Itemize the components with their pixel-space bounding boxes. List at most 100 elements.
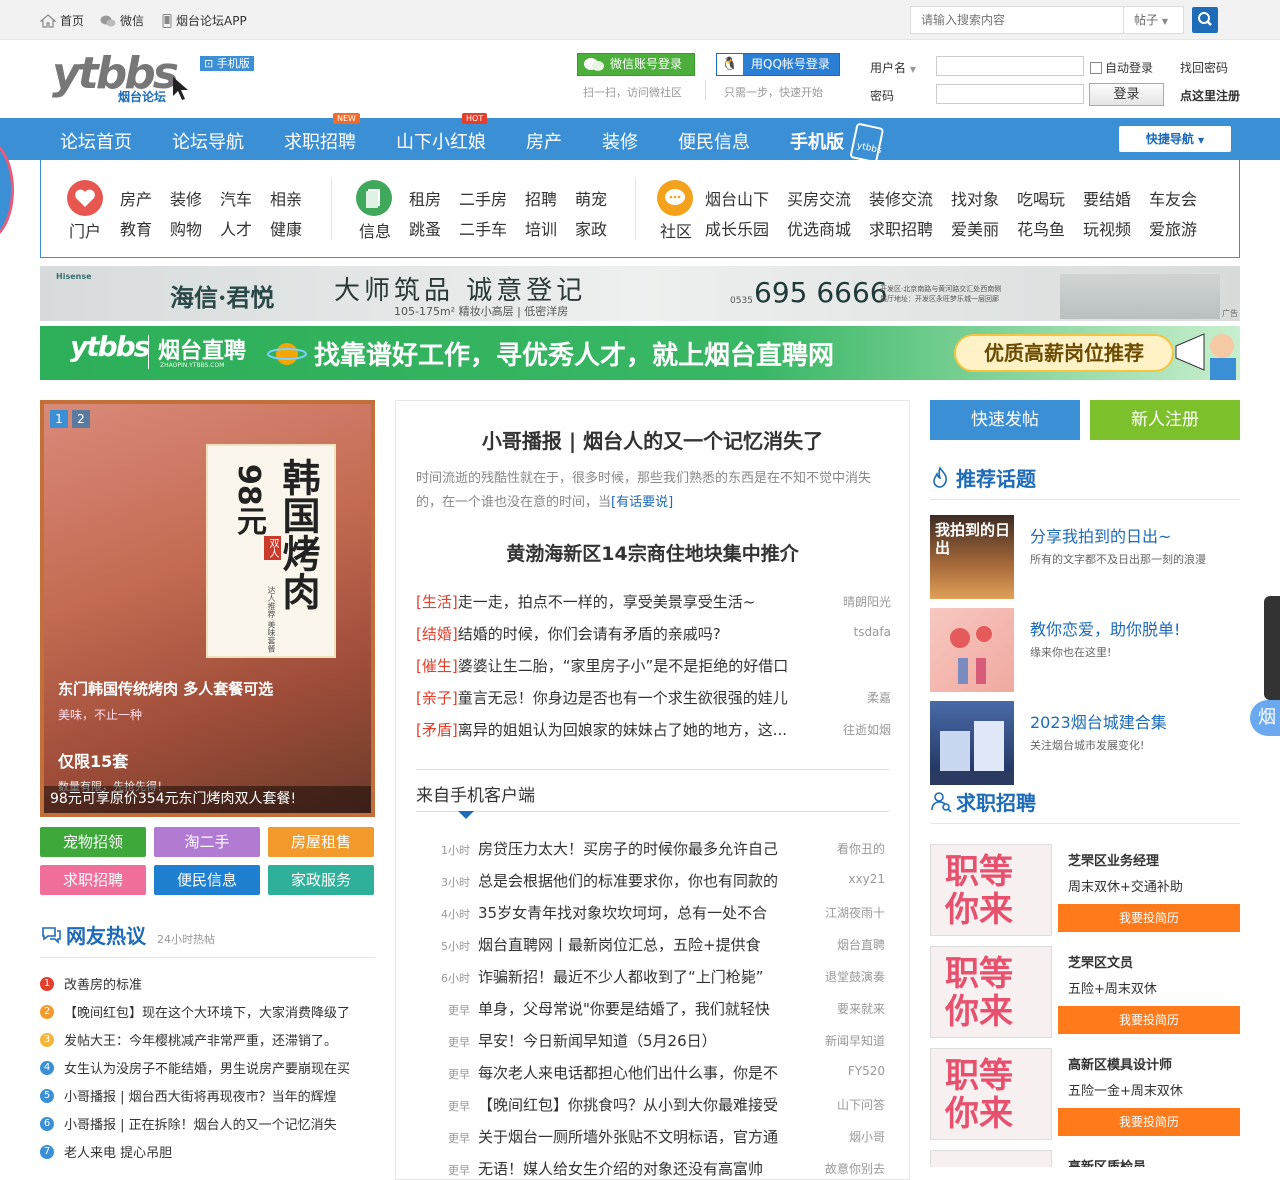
nav-item-guide[interactable]: 论坛导航: [172, 128, 244, 154]
news-author[interactable]: tsdafa: [853, 625, 891, 639]
nav-item-service[interactable]: 便民信息: [678, 128, 750, 154]
cat-link[interactable]: 爱旅游: [1149, 216, 1197, 240]
register-button[interactable]: 新人注册: [1090, 400, 1240, 440]
news-item[interactable]: [结婚]结婚的时候，你们会请有矛盾的亲戚吗? tsdafa: [416, 623, 891, 644]
search-type-select[interactable]: 帖子 ▼: [1123, 7, 1185, 33]
job-card[interactable]: 高新区质检员: [930, 1150, 1240, 1167]
housekeeping-button[interactable]: 家政服务: [268, 865, 374, 895]
cat-link[interactable]: 跳蚤: [409, 216, 441, 240]
cat-link[interactable]: 成长乐园: [705, 216, 769, 240]
mobile-post[interactable]: 更早 【晚间红包】你挑食吗？从小到大你最难接受 山下问答: [426, 1094, 891, 1115]
slider-dot[interactable]: 2: [72, 410, 90, 428]
pet-button[interactable]: 宠物招领: [40, 827, 146, 857]
second-hand-button[interactable]: 淘二手: [154, 827, 260, 857]
cat-link[interactable]: 装修: [170, 186, 202, 210]
home-link[interactable]: 首页: [40, 12, 84, 29]
mobile-tag[interactable]: ⊡ 手机版: [200, 56, 254, 71]
cat-link[interactable]: 健康: [270, 216, 302, 240]
job-title[interactable]: 高新区模具设计师: [1068, 1054, 1172, 1073]
job-card[interactable]: 职等你来 芝罘区业务经理 周末双休+交通补助 我要投简历: [930, 844, 1240, 936]
search-button[interactable]: [1192, 7, 1218, 33]
cat-link[interactable]: 要结婚: [1083, 186, 1131, 210]
cat-group-portal[interactable]: 门户: [69, 218, 101, 242]
cat-link[interactable]: 房产: [120, 186, 152, 210]
job-title[interactable]: 高新区质检员: [1068, 1156, 1146, 1167]
news-item[interactable]: [矛盾]离异的姐姐认为回娘家的妹妹占了她的地方，这... 往逝如烟: [416, 719, 891, 740]
cat-link[interactable]: 教育: [120, 216, 152, 240]
topic-title[interactable]: 分享我拍到的日出~: [1030, 523, 1171, 547]
floating-side-tab[interactable]: 烟: [1250, 700, 1280, 736]
topic-card[interactable]: 2023烟台城建合集 关注烟台城市发展变化!: [930, 701, 1240, 785]
nav-item-home[interactable]: 论坛首页: [60, 128, 132, 154]
cat-link[interactable]: 优选商城: [787, 216, 851, 240]
promo-slider[interactable]: 1 2 韩国烤肉 98元 双人 达人推荐·美味套餐 东门韩国传统烤肉 多人套餐可…: [40, 400, 375, 817]
cat-link[interactable]: 装修交流: [869, 186, 933, 210]
ad-banner-zhaopin[interactable]: ytbbs 烟台直聘 ZHAOPIN.YTBBS.COM 找靠谱好工作，寻优秀人…: [40, 326, 1240, 380]
nav-item-mobile[interactable]: 手机版: [790, 128, 844, 154]
cat-link[interactable]: 烟台山下: [705, 186, 769, 210]
cat-link[interactable]: 花鸟鱼: [1017, 216, 1065, 240]
checkbox-box[interactable]: [1090, 61, 1102, 74]
cat-link[interactable]: 二手车: [459, 216, 507, 240]
cat-link[interactable]: 求职招聘: [869, 216, 933, 240]
mobile-post[interactable]: 更早 单身，父母常说"你要是结婚了，我们就轻快 要来就来: [426, 998, 891, 1019]
floating-phone-widget[interactable]: [1264, 596, 1280, 700]
cat-link[interactable]: 买房交流: [787, 186, 851, 210]
news-author[interactable]: 晴朗阳光: [843, 593, 891, 610]
hot-item[interactable]: 1 改善房的标准: [40, 974, 375, 993]
password-field[interactable]: [936, 84, 1084, 104]
site-logo[interactable]: ytbbs 烟台论坛: [52, 50, 188, 104]
mobile-post[interactable]: 6小时 诈骗新招！最近不少人都收到了“上门枪毙” 退堂鼓演奏: [426, 966, 891, 987]
cat-link[interactable]: 车友会: [1149, 186, 1197, 210]
headline-2[interactable]: 黄渤海新区14宗商住地块集中推介: [396, 539, 909, 566]
service-button[interactable]: 便民信息: [154, 865, 260, 895]
find-password-link[interactable]: 找回密码: [1180, 59, 1228, 76]
cat-link[interactable]: 相亲: [270, 186, 302, 210]
mobile-post[interactable]: 4小时 35岁女青年找对象坎坎坷坷，总有一处不合 江湖夜雨十: [426, 902, 891, 923]
apply-button[interactable]: 我要投简历: [1058, 904, 1240, 932]
quick-nav-button[interactable]: 快捷导航 ▼: [1119, 126, 1231, 152]
qq-login-button[interactable]: 🐧 用QQ帐号登录: [716, 53, 840, 76]
apply-button[interactable]: 我要投简历: [1058, 1108, 1240, 1136]
mobile-post[interactable]: 更早 关于烟台一厕所墙外张贴不文明标语，官方通 烟小哥: [426, 1126, 891, 1147]
topic-card[interactable]: 教你恋爱，助你脱单! 缘来你也在这里!: [930, 608, 1240, 692]
nav-item-decor[interactable]: 装修: [602, 128, 638, 154]
hot-item[interactable]: 3 发帖大王：今年樱桃减产非常严重，还滞销了。: [40, 1030, 375, 1049]
job-title[interactable]: 芝罘区文员: [1068, 952, 1133, 971]
nav-item-jobs[interactable]: 求职招聘: [284, 128, 356, 154]
slider-dot[interactable]: 1: [50, 410, 68, 428]
ad-banner-hisense[interactable]: Hisense 海信·君悦 大师筑品 诚意登记 105-175m² 精妆小高层 …: [40, 266, 1240, 321]
app-link[interactable]: 烟台论坛APP: [162, 12, 247, 29]
mobile-section-title[interactable]: 来自手机客户端: [416, 781, 535, 806]
cat-link[interactable]: 汽车: [220, 186, 252, 210]
news-item[interactable]: [亲子]童言无忌！你身边是否也有一个求生欲很强的娃儿 柔嘉: [416, 687, 891, 708]
cat-link[interactable]: 吃喝玩: [1017, 186, 1065, 210]
mobile-post[interactable]: 更早 每次老人来电话都担心他们出什么事，你是不 FY520: [426, 1062, 891, 1083]
job-title[interactable]: 芝罘区业务经理: [1068, 850, 1159, 869]
mobile-post[interactable]: 更早 早安！今日新闻早知道（5月26日） 新闻早知道: [426, 1030, 891, 1051]
headline-1[interactable]: 小哥播报 | 烟台人的又一个记忆消失了: [396, 425, 909, 454]
job-card[interactable]: 职等你来 高新区模具设计师 五险一金+周末双休 我要投简历: [930, 1048, 1240, 1140]
housing-button[interactable]: 房屋租售: [268, 827, 374, 857]
news-author[interactable]: 往逝如烟: [843, 721, 891, 738]
cat-link[interactable]: 购物: [170, 216, 202, 240]
cat-link[interactable]: 爱美丽: [951, 216, 999, 240]
cat-link[interactable]: 租房: [409, 186, 441, 210]
wechat-link[interactable]: 微信: [100, 12, 144, 29]
mobile-post[interactable]: 更早 无语！媒人给女生介绍的对象还没有高富帅 故意你别去: [426, 1158, 891, 1179]
cat-link[interactable]: 人才: [220, 216, 252, 240]
search-input[interactable]: [911, 7, 1121, 33]
hot-item[interactable]: 4 女生认为没房子不能结婚，男生说房产要崩现在买: [40, 1058, 375, 1077]
quick-post-button[interactable]: 快速发帖: [930, 400, 1080, 440]
cat-link[interactable]: 萌宠: [575, 186, 607, 210]
wechat-login-button[interactable]: 微信账号登录: [577, 53, 695, 76]
hot-item[interactable]: 6 小哥播报 | 正在拆除！烟台人的又一个记忆消失: [40, 1114, 375, 1133]
topic-card[interactable]: 我拍到的日出 分享我拍到的日出~ 所有的文字都不及日出那一刻的浪漫: [930, 515, 1240, 599]
cat-link[interactable]: 玩视频: [1083, 216, 1131, 240]
username-field[interactable]: [936, 56, 1084, 76]
auto-login-checkbox[interactable]: 自动登录: [1090, 59, 1153, 76]
news-author[interactable]: 柔嘉: [867, 689, 891, 706]
hot-item[interactable]: 5 小哥播报 | 烟台西大街将再现夜市？当年的辉煌: [40, 1086, 375, 1105]
more-link[interactable]: [有话要说]: [611, 495, 673, 510]
login-button[interactable]: 登录: [1089, 83, 1164, 106]
